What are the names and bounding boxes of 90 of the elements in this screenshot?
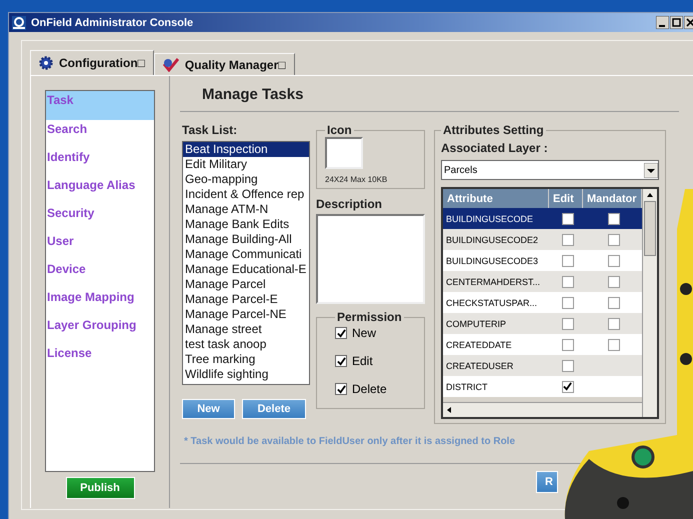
checkbox[interactable] bbox=[608, 234, 620, 246]
sidebar-item[interactable]: Search bbox=[46, 120, 154, 148]
task-list-item[interactable]: Manage Parcel-NE bbox=[183, 307, 309, 322]
task-list-item[interactable]: Edit Military bbox=[183, 157, 309, 172]
checkbox[interactable] bbox=[562, 360, 574, 372]
checkbox[interactable] bbox=[562, 234, 574, 246]
description-label: Description bbox=[316, 197, 384, 211]
table-cell-text: BUILDINGUSECODE3 bbox=[445, 256, 540, 266]
icon-size-hint: 24X24 Max 10KB bbox=[325, 175, 388, 184]
sidebar-item[interactable]: User bbox=[46, 232, 154, 260]
gear-icon bbox=[39, 56, 53, 70]
task-list-item[interactable]: Manage Communicati bbox=[183, 247, 309, 262]
table-cell-text: CREATEDUSER bbox=[445, 360, 514, 370]
task-list-item[interactable]: Manage Building-All bbox=[183, 232, 309, 247]
table-row[interactable]: BUILDINGUSECODE bbox=[443, 208, 642, 229]
checkbox[interactable] bbox=[335, 355, 347, 367]
table-row[interactable]: COMPUTERIP bbox=[443, 313, 642, 334]
task-list-item[interactable]: Geo-mapping bbox=[183, 172, 309, 187]
sidebar-item[interactable]: Layer Grouping bbox=[46, 316, 154, 344]
task-list-item[interactable]: Beat Inspection bbox=[183, 142, 309, 157]
app-logo-icon bbox=[12, 16, 26, 30]
check-mark-icon bbox=[162, 58, 179, 72]
publish-button[interactable]: Publish bbox=[66, 477, 134, 499]
table-cell-text: CENTERMAHDERST... bbox=[445, 276, 542, 286]
vertical-scrollbar[interactable] bbox=[642, 189, 657, 417]
scrollbar-thumb[interactable] bbox=[644, 201, 656, 256]
table-row[interactable]: CHECKSTATUSPAR... bbox=[443, 292, 642, 313]
task-list-item[interactable]: Manage Bank Edits bbox=[183, 217, 309, 232]
minimize-icon[interactable] bbox=[656, 16, 669, 29]
dropdown-arrow-icon bbox=[644, 162, 658, 178]
checkbox[interactable] bbox=[562, 318, 574, 330]
task-list[interactable] bbox=[182, 141, 310, 385]
sidebar-item[interactable]: Security bbox=[46, 204, 154, 232]
checkbox[interactable] bbox=[562, 254, 574, 266]
attributes-group-title: Attributes Setting bbox=[442, 123, 545, 137]
task-list-item[interactable]: Manage Parcel bbox=[183, 277, 309, 292]
checkbox-label: Edit bbox=[352, 354, 373, 368]
table-cell-text: BUILDINGUSECODE2 bbox=[445, 234, 540, 244]
sidebar-item[interactable]: Language Alias bbox=[46, 176, 154, 204]
checkbox[interactable] bbox=[608, 318, 620, 330]
checkbox[interactable] bbox=[562, 212, 574, 224]
table-row[interactable]: CENTERMAHDERST... bbox=[443, 271, 642, 292]
table-row[interactable]: CREATEDDATE bbox=[443, 334, 642, 355]
sidebar-item[interactable]: License bbox=[46, 344, 154, 372]
task-list-item[interactable]: test task anoop bbox=[183, 337, 309, 352]
layer-dropdown[interactable]: Parcels bbox=[441, 160, 659, 180]
sidebar-item[interactable]: Device bbox=[46, 260, 154, 288]
tab[interactable]: Configuration□ bbox=[30, 50, 154, 75]
checkbox-label: Delete bbox=[352, 382, 387, 396]
table-cell-text: DISTRICT bbox=[445, 382, 488, 392]
horizontal-scrollbar[interactable] bbox=[443, 402, 642, 417]
task-list-item[interactable]: Tree marking bbox=[183, 352, 309, 367]
task-list-item[interactable]: Manage Parcel-E bbox=[183, 292, 309, 307]
checkbox[interactable] bbox=[608, 254, 620, 266]
checkbox[interactable] bbox=[608, 338, 620, 350]
icon-group-title: Icon bbox=[326, 123, 353, 137]
task-list-item[interactable]: Manage ATM-N bbox=[183, 202, 309, 217]
checkbox[interactable] bbox=[562, 296, 574, 308]
table-row[interactable]: BUILDINGUSECODE2 bbox=[443, 229, 642, 250]
page-heading: Manage Tasks bbox=[180, 76, 679, 112]
tab[interactable]: Quality Manager□ bbox=[154, 53, 295, 75]
checkbox[interactable] bbox=[562, 276, 574, 288]
checkbox[interactable] bbox=[335, 327, 347, 339]
table-row[interactable]: BUILDINGUSECODE3 bbox=[443, 250, 642, 271]
task-list-item[interactable]: Manage Educational-E bbox=[183, 262, 309, 277]
table-cell-text: COMPUTERIP bbox=[445, 318, 508, 328]
task-list-item[interactable]: Incident & Offence rep bbox=[183, 187, 309, 202]
checkbox-label: New bbox=[352, 326, 376, 340]
table-cell-text: BUILDINGUSECODE bbox=[445, 214, 534, 224]
permission-group-title: Permission bbox=[336, 310, 403, 324]
checkbox[interactable] bbox=[335, 383, 347, 395]
sidebar-item[interactable]: Image Mapping bbox=[46, 288, 154, 316]
task-list-label: Task List: bbox=[182, 123, 238, 137]
table-row[interactable]: DISTRICT bbox=[443, 376, 642, 397]
task-list-item[interactable]: Manage street bbox=[183, 322, 309, 337]
description-field[interactable] bbox=[316, 214, 425, 304]
checkbox[interactable] bbox=[562, 338, 574, 350]
table-row[interactable]: CREATEDUSER bbox=[443, 355, 642, 376]
table-cell-text: CREATEDDATE bbox=[445, 340, 513, 350]
checkbox[interactable] bbox=[562, 380, 574, 392]
maximize-icon[interactable] bbox=[670, 16, 683, 29]
icon-preview[interactable] bbox=[325, 137, 363, 169]
table-cell-text: CHECKSTATUSPAR... bbox=[445, 298, 538, 308]
sidebar-item[interactable]: Identify bbox=[46, 148, 154, 176]
checkbox[interactable] bbox=[608, 296, 620, 308]
task-list-item[interactable]: Wildlife sighting bbox=[183, 367, 309, 382]
checkbox[interactable] bbox=[608, 276, 620, 288]
checkbox[interactable] bbox=[608, 212, 620, 224]
associated-layer-label: Associated Layer : bbox=[441, 141, 549, 155]
window-title: OnField Administrator Console bbox=[31, 16, 194, 28]
